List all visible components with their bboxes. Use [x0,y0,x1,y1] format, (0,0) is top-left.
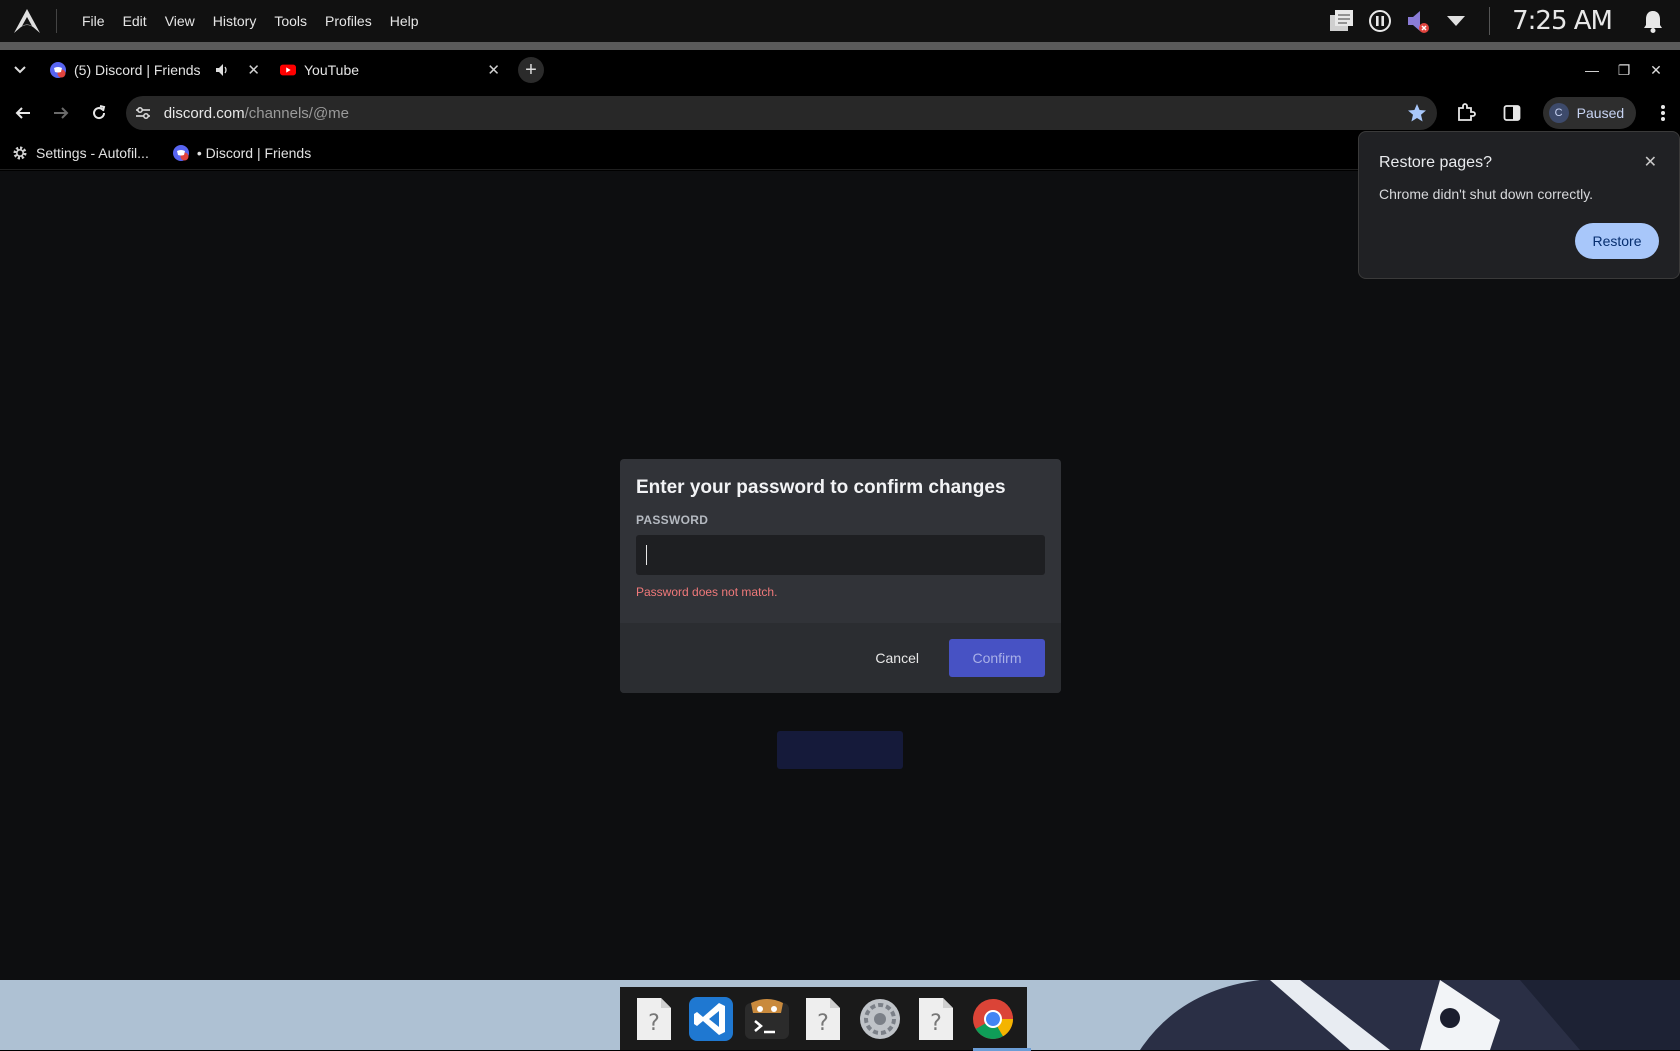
tab-search-chevron-icon[interactable] [0,66,40,74]
youtube-icon [280,62,296,78]
tray-divider [1489,7,1491,35]
close-window-icon[interactable]: ✕ [1640,62,1672,79]
close-tab-icon[interactable]: ✕ [487,61,500,79]
svg-text:?: ? [818,1011,830,1036]
password-label: PASSWORD [636,513,709,527]
reload-icon[interactable] [82,96,116,130]
discord-icon [50,62,66,78]
system-tray: 7:25 AM [1323,0,1680,42]
menu-view[interactable]: View [156,13,204,29]
password-error: Password does not match. [636,585,778,599]
tab-title: (5) Discord | Friends [74,62,201,78]
side-panel-icon[interactable] [1495,96,1529,130]
new-tab-button[interactable]: + [518,57,544,83]
menu-history[interactable]: History [204,13,266,29]
vscode-icon[interactable] [688,995,733,1043]
bookmark-label: • Discord | Friends [196,144,312,161]
dimmed-background-button [777,731,903,769]
back-arrow-icon[interactable] [6,96,40,130]
discord-icon [172,144,189,161]
menu-edit[interactable]: Edit [114,13,156,29]
chrome-icon[interactable] [971,995,1031,1051]
dock: ? ? ? [620,987,1031,1051]
os-separator [56,9,57,33]
restore-pages-popup: Restore pages? ✕ Chrome didn't shut down… [1358,131,1680,279]
tab-title: YouTube [304,62,360,78]
close-tab-icon[interactable]: ✕ [247,61,260,79]
menu-profiles[interactable]: Profiles [316,13,381,29]
volume-muted-icon[interactable] [1403,6,1433,36]
pause-icon[interactable] [1365,6,1395,36]
clock[interactable]: 7:25 AM [1512,6,1613,36]
restore-button[interactable]: Restore [1575,223,1659,259]
os-top-bar: File Edit View History Tools Profiles He… [0,0,1680,42]
restore-message: Chrome didn't shut down correctly. [1379,186,1594,202]
text-caret [646,545,647,565]
unknown-file-icon[interactable]: ? [914,995,958,1043]
settings-icon[interactable] [858,995,902,1043]
bookmark-star-icon[interactable] [1407,103,1427,123]
url-path: /channels/@me [244,104,350,122]
gear-icon [12,145,28,161]
bookmark-discord[interactable]: • Discord | Friends [172,144,312,161]
modal-footer: Cancel Confirm [620,623,1061,693]
window-controls: — ❐ ✕ [1576,50,1680,90]
svg-text:?: ? [648,1011,660,1036]
url-host: discord.com [163,104,245,122]
tab-strip: (5) Discord | Friends ✕ YouTube ✕ + — ❐ … [0,50,1680,90]
minimize-icon[interactable]: — [1576,62,1608,78]
dropdown-icon[interactable] [1441,6,1471,36]
unknown-file-icon[interactable]: ? [632,995,676,1043]
menu-help[interactable]: Help [381,13,428,29]
app-menu-bar: File Edit View History Tools Profiles He… [73,13,428,29]
profile-button[interactable]: C Paused [1542,97,1637,129]
site-settings-icon[interactable] [128,98,158,128]
speaker-icon[interactable] [215,63,229,77]
confirm-password-modal: Enter your password to confirm changes P… [620,459,1061,693]
notification-bell-icon[interactable] [1638,6,1668,36]
arch-logo-icon[interactable] [12,6,42,36]
extensions-puzzle-icon[interactable] [1449,96,1483,130]
bookmark-label: Settings - Autofil... [36,144,149,161]
notes-icon[interactable] [1327,6,1357,36]
avatar: C [1548,103,1569,123]
menu-file[interactable]: File [73,13,114,29]
wallpaper-art [1140,980,1680,1050]
password-input[interactable] [636,535,1045,575]
terminal-icon[interactable] [745,995,790,1043]
tab-youtube[interactable]: YouTube ✕ [270,50,510,90]
restore-title: Restore pages? [1379,154,1492,171]
address-bar[interactable]: discord.com/channels/@me [125,96,1437,130]
menu-tools[interactable]: Tools [265,13,316,29]
modal-title: Enter your password to confirm changes [636,477,1006,498]
svg-text:?: ? [930,1011,942,1036]
kebab-menu-icon[interactable] [1646,96,1680,130]
confirm-button[interactable]: Confirm [949,639,1045,677]
cancel-button[interactable]: Cancel [875,650,919,666]
restore-window-icon[interactable]: ❐ [1608,62,1640,79]
sync-status-label: Paused [1576,105,1625,121]
bookmark-settings[interactable]: Settings - Autofil... [12,145,149,161]
browser-toolbar: discord.com/channels/@me C Paused [0,90,1680,136]
unknown-file-icon[interactable]: ? [801,995,845,1043]
tab-discord[interactable]: (5) Discord | Friends ✕ [40,50,270,90]
forward-arrow-icon[interactable] [44,96,78,130]
close-icon[interactable]: ✕ [1644,152,1657,172]
window-title-strip [0,42,1680,50]
